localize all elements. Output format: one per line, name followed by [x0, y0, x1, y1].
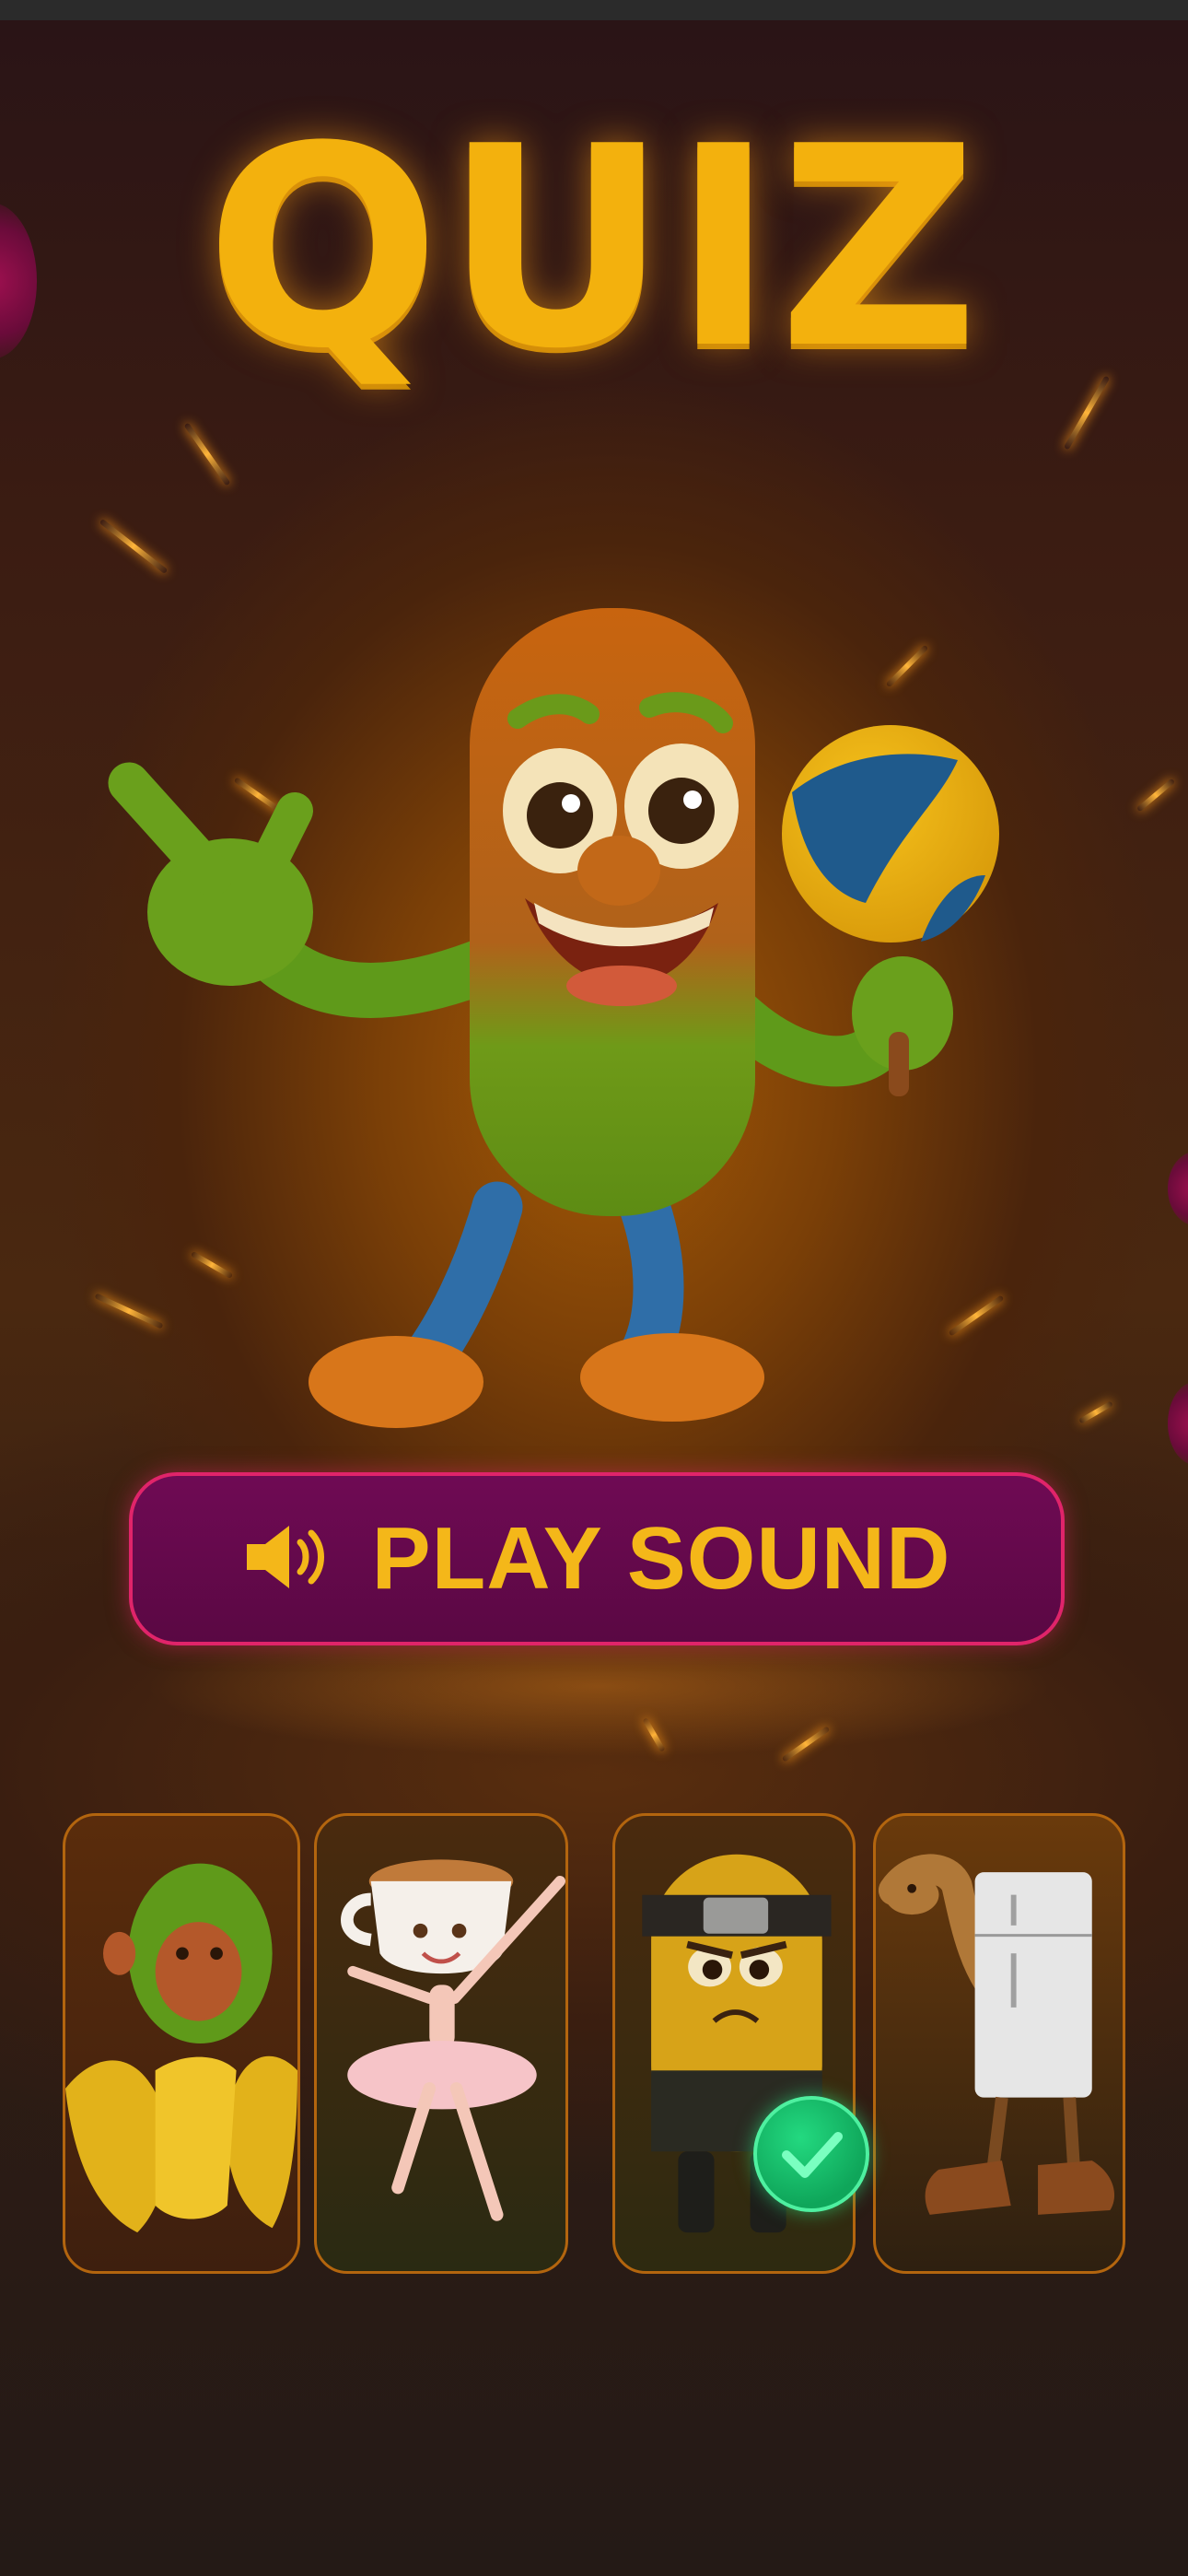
coffee-ballerina-icon [341, 1859, 565, 2221]
correct-check-icon [753, 2096, 869, 2212]
play-sound-button[interactable]: PLAY SOUND [129, 1472, 1065, 1645]
answer-option-2[interactable] [314, 1813, 568, 2274]
answer-option-1[interactable] [63, 1813, 300, 2274]
speaker-icon [243, 1520, 332, 1598]
answer-option-4[interactable] [873, 1813, 1125, 2274]
status-bar [0, 0, 1188, 20]
quiz-title: QUIZ [205, 88, 983, 409]
play-sound-label: PLAY SOUND [371, 1509, 951, 1608]
camel-fridge-boots-icon [878, 1854, 1115, 2215]
monkey-banana-icon [65, 1863, 297, 2233]
pickle-mascot-icon [74, 599, 1031, 1446]
